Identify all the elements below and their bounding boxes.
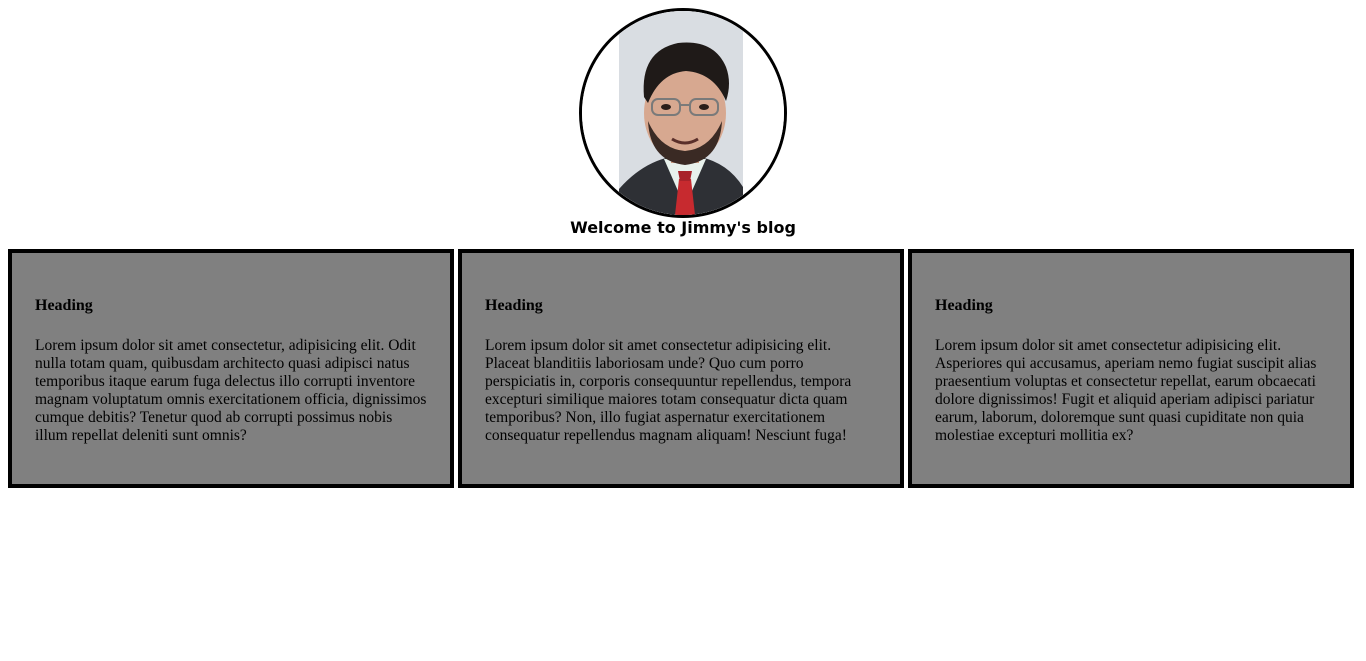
- profile-avatar: [579, 8, 787, 218]
- card-heading: Heading: [935, 297, 993, 314]
- card-text: Lorem ipsum dolor sit amet consectetur a…: [485, 337, 852, 444]
- welcome-title: Welcome to Jimmy's blog: [570, 218, 796, 237]
- card: Heading Lorem ipsum dolor sit amet conse…: [8, 249, 454, 488]
- card-heading: Heading: [35, 297, 93, 314]
- card: Heading Lorem ipsum dolor sit amet conse…: [908, 249, 1354, 488]
- card-text: Lorem ipsum dolor sit amet consectetur a…: [935, 337, 1317, 444]
- card-heading: Heading: [485, 297, 543, 314]
- cards-row: Heading Lorem ipsum dolor sit amet conse…: [8, 249, 1354, 488]
- card: Heading Lorem ipsum dolor sit amet conse…: [458, 249, 904, 488]
- profile-photo: [582, 11, 784, 215]
- card-text: Lorem ipsum dolor sit amet consectetur, …: [35, 337, 427, 444]
